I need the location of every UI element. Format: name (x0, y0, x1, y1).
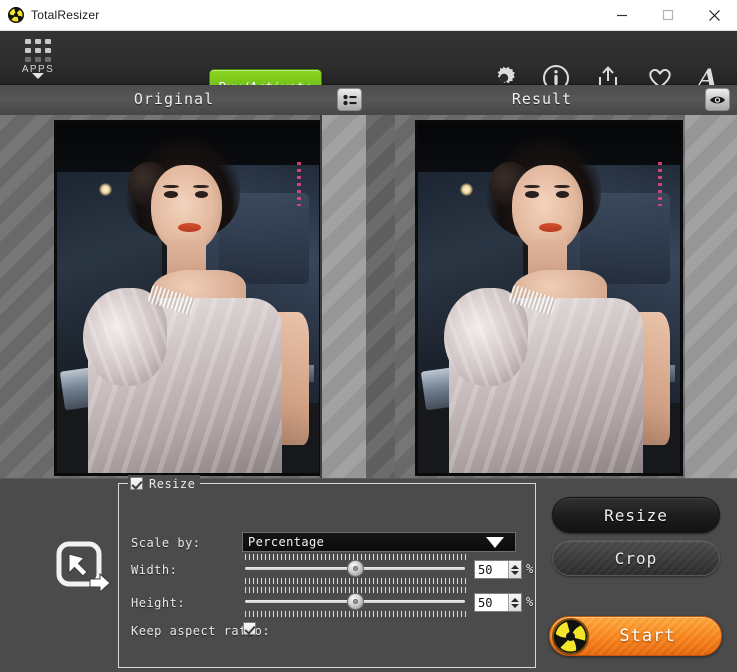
radiation-icon (554, 620, 587, 653)
width-slider[interactable] (242, 554, 468, 584)
height-slider[interactable] (242, 587, 468, 617)
preview-header-bar: Original Result (0, 85, 737, 115)
resize-group-label: Resize (149, 476, 196, 491)
scale-by-label: Scale by: (131, 536, 201, 550)
watermark (296, 161, 301, 206)
slider-ticks (245, 611, 468, 617)
pane-divider (366, 115, 395, 478)
width-label: Width: (131, 563, 178, 577)
watermark (657, 161, 662, 206)
start-label: Start (619, 626, 676, 646)
resize-group: Resize Scale by: Percentage Width: % Hei… (118, 475, 536, 668)
preview-area (0, 115, 737, 478)
height-input[interactable] (475, 594, 508, 611)
maximize-button[interactable] (645, 0, 691, 31)
height-slider-thumb[interactable] (347, 593, 364, 610)
app-window: TotalResizer APPS Buy/Activate (0, 0, 737, 672)
height-stepper[interactable] (508, 594, 521, 611)
app-icon (8, 7, 24, 23)
result-label: Result (511, 90, 573, 108)
main-toolbar: APPS Buy/Activate (0, 31, 737, 107)
list-view-icon[interactable] (337, 88, 362, 111)
resize-tab-button[interactable]: Resize (552, 497, 720, 533)
chevron-down-icon[interactable] (475, 533, 515, 551)
scale-by-select[interactable]: Percentage (242, 532, 516, 552)
height-unit: % (526, 595, 534, 609)
width-stepper[interactable] (508, 561, 521, 578)
resize-enable-checkbox[interactable] (130, 477, 143, 490)
slider-ticks (245, 578, 468, 584)
resize-arrows-icon[interactable] (56, 541, 112, 597)
window-controls (599, 0, 737, 31)
scale-by-value: Percentage (248, 535, 325, 549)
width-spinner[interactable] (474, 560, 522, 579)
window-title: TotalResizer (31, 8, 100, 22)
chevron-down-icon (32, 73, 44, 79)
result-preview-pane[interactable] (395, 115, 685, 478)
result-pane-margin (685, 115, 737, 478)
original-image[interactable] (54, 120, 322, 476)
minimize-button[interactable] (599, 0, 645, 31)
crop-tab-button[interactable]: Crop (552, 540, 720, 576)
eye-icon[interactable] (705, 88, 730, 111)
width-input[interactable] (475, 561, 508, 578)
resize-group-header: Resize (128, 475, 201, 492)
width-unit: % (526, 562, 534, 576)
grid-dots-icon (25, 39, 51, 63)
width-slider-thumb[interactable] (347, 560, 364, 577)
original-preview-pane[interactable] (0, 115, 322, 478)
close-button[interactable] (691, 0, 737, 31)
original-pane-margin (322, 115, 366, 478)
height-spinner[interactable] (474, 593, 522, 612)
apps-menu-button[interactable]: APPS (14, 36, 62, 82)
title-bar: TotalResizer (0, 0, 737, 31)
original-label: Original (133, 90, 215, 108)
height-label: Height: (131, 596, 186, 610)
start-button[interactable]: Start (549, 616, 722, 656)
result-image[interactable] (415, 120, 683, 476)
keep-aspect-checkbox[interactable] (243, 622, 256, 635)
